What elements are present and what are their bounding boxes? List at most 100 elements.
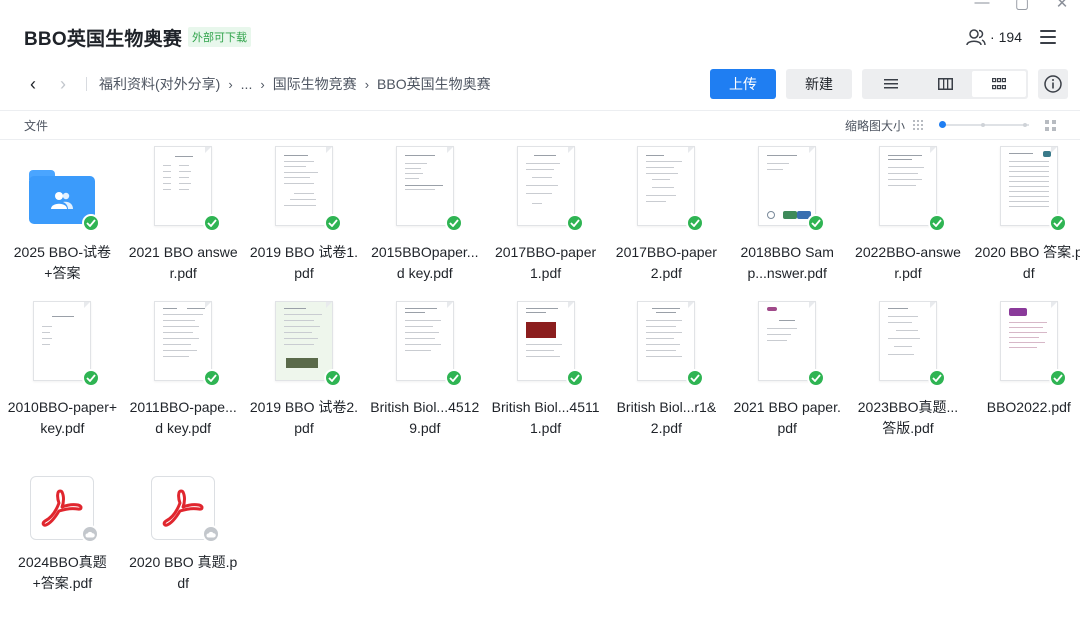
file-item[interactable]: 2024BBO真题+答案.pdf [2, 456, 123, 611]
file-item[interactable]: 2019 BBO 试卷1.pdf [244, 146, 365, 301]
synced-check-icon [203, 214, 222, 232]
file-item[interactable]: 2018BBO Samp...nswer.pdf [727, 146, 848, 301]
members-button[interactable]: · 194 [966, 28, 1022, 46]
file-name: 2015BBOpaper...d key.pdf [371, 244, 479, 281]
file-item[interactable]: 2017BBO-paper1.pdf [485, 146, 606, 301]
info-button[interactable] [1038, 69, 1068, 99]
file-name: 2022BBO-answer.pdf [855, 244, 961, 281]
list-view-button[interactable] [864, 71, 918, 97]
breadcrumb-current[interactable]: BBO英国生物奥赛 [377, 74, 491, 94]
file-name: British Biol...45129.pdf [370, 399, 480, 436]
info-icon [1044, 75, 1062, 93]
file-name: 2019 BBO 试卷1.pdf [249, 244, 359, 281]
breadcrumb-item[interactable]: 国际生物竞赛 [273, 74, 357, 94]
file-item[interactable]: 2023BBO真题...答版.pdf [848, 301, 969, 456]
forward-button[interactable]: › [54, 68, 72, 100]
pdf-icon [151, 476, 221, 543]
file-name: British Biol...r1&2.pdf [616, 399, 717, 436]
file-name: 2023BBO真题...答版.pdf [857, 399, 959, 436]
file-name: 2010BBO-paper+key.pdf [7, 399, 118, 436]
synced-check-icon [323, 369, 342, 387]
synced-check-icon [565, 369, 584, 387]
synced-check-icon [686, 369, 705, 387]
breadcrumb-item[interactable]: 福利资料(对外分享) [99, 74, 220, 94]
file-item[interactable]: 2010BBO-paper+key.pdf [2, 301, 123, 456]
pdf-thumbnail [274, 146, 333, 226]
files-label: 文件 [24, 118, 49, 133]
pdf-thumbnail [637, 301, 696, 381]
file-item[interactable]: 2021 BBO answer.pdf [123, 146, 244, 301]
pdf-thumbnail [637, 146, 696, 226]
file-name: 2024BBO真题+答案.pdf [18, 554, 107, 591]
file-list-header: 文件 缩略图大小 [0, 110, 1080, 140]
file-name: 2020 BBO 答案.pdf [974, 244, 1080, 281]
synced-check-icon [1048, 214, 1067, 232]
column-view-button[interactable] [918, 71, 972, 97]
divider [86, 77, 87, 91]
thumb-size-label: 缩略图大小 [844, 118, 905, 133]
synced-check-icon [444, 369, 463, 387]
synced-check-icon [927, 214, 946, 232]
menu-icon[interactable] [1040, 30, 1056, 44]
file-item[interactable]: British Biol...45129.pdf [364, 301, 485, 456]
thumb-size-slider[interactable] [939, 119, 1029, 131]
slider-handle[interactable] [939, 121, 946, 128]
file-item[interactable]: BBO2022.pdf [968, 301, 1080, 456]
view-mode-switch [862, 69, 1028, 99]
file-item[interactable]: 2020 BBO 答案.pdf [968, 146, 1080, 301]
pdf-thumbnail [878, 301, 937, 381]
file-name: 2021 BBO paper.pdf [733, 399, 841, 436]
file-name: 2020 BBO 真题.pdf [129, 554, 238, 591]
file-item[interactable]: British Biol...r1&2.pdf [606, 301, 727, 456]
page-title: BBO英国生物奥赛 [24, 28, 183, 50]
grid-view-button[interactable] [972, 71, 1026, 97]
pdf-thumbnail [516, 301, 575, 381]
file-item[interactable]: 2022BBO-answer.pdf [848, 146, 969, 301]
pdf-thumbnail [33, 301, 92, 381]
pdf-thumbnail [999, 301, 1058, 381]
cloud-status-icon [81, 525, 100, 543]
file-name: 2017BBO-paper1.pdf [494, 244, 597, 281]
small-grid-icon [913, 120, 923, 130]
synced-check-icon [323, 214, 342, 232]
file-name: 2025 BBO-试卷+答案 [13, 244, 112, 281]
file-item[interactable]: 2011BBO-pape...d key.pdf [123, 301, 244, 456]
synced-check-icon [1048, 369, 1067, 387]
cloud-status-icon [202, 525, 221, 543]
synced-check-icon [82, 214, 101, 232]
maximize-icon[interactable]: ▢ [1014, 0, 1030, 12]
pdf-thumbnail [274, 301, 333, 381]
pdf-thumbnail [154, 301, 213, 381]
pdf-thumbnail [758, 301, 817, 381]
users-icon [966, 29, 986, 46]
pdf-thumbnail [516, 146, 575, 226]
columns-icon [937, 78, 953, 90]
folder-item[interactable]: 2025 BBO-试卷+答案 [2, 146, 123, 301]
file-item[interactable]: 2019 BBO 试卷2.pdf [244, 301, 365, 456]
member-count: 194 [998, 29, 1022, 45]
chevron-right-icon: › [228, 76, 233, 92]
file-item[interactable]: British Biol...45111.pdf [485, 301, 606, 456]
new-button[interactable]: 新建 [786, 69, 852, 99]
grid-icon [992, 78, 1006, 90]
file-name: 2017BBO-paper2.pdf [615, 244, 717, 281]
upload-button[interactable]: 上传 [710, 69, 776, 99]
file-item[interactable]: 2020 BBO 真题.pdf [123, 456, 244, 611]
window-controls: — ▢ ✕ [974, 0, 1070, 12]
synced-check-icon [807, 214, 826, 232]
back-button[interactable]: ‹ [24, 68, 42, 100]
list-icon [884, 79, 898, 89]
minimize-icon[interactable]: — [974, 0, 990, 12]
breadcrumb-item[interactable]: ... [241, 76, 253, 92]
file-item[interactable]: 2015BBOpaper...d key.pdf [364, 146, 485, 301]
share-tag: 外部可下载 [188, 27, 252, 47]
toolbar: ‹ › 福利资料(对外分享) › ... › 国际生物竞赛 › BBO英国生物奥… [24, 68, 1068, 100]
chevron-right-icon: › [364, 76, 370, 92]
file-item[interactable]: 2017BBO-paper2.pdf [606, 146, 727, 301]
synced-check-icon [807, 369, 826, 387]
file-name: British Biol...45111.pdf [491, 399, 600, 436]
close-icon[interactable]: ✕ [1054, 0, 1070, 12]
file-name: 2018BBO Samp...nswer.pdf [740, 244, 834, 281]
synced-check-icon [686, 214, 705, 232]
file-item[interactable]: 2021 BBO paper.pdf [727, 301, 848, 456]
